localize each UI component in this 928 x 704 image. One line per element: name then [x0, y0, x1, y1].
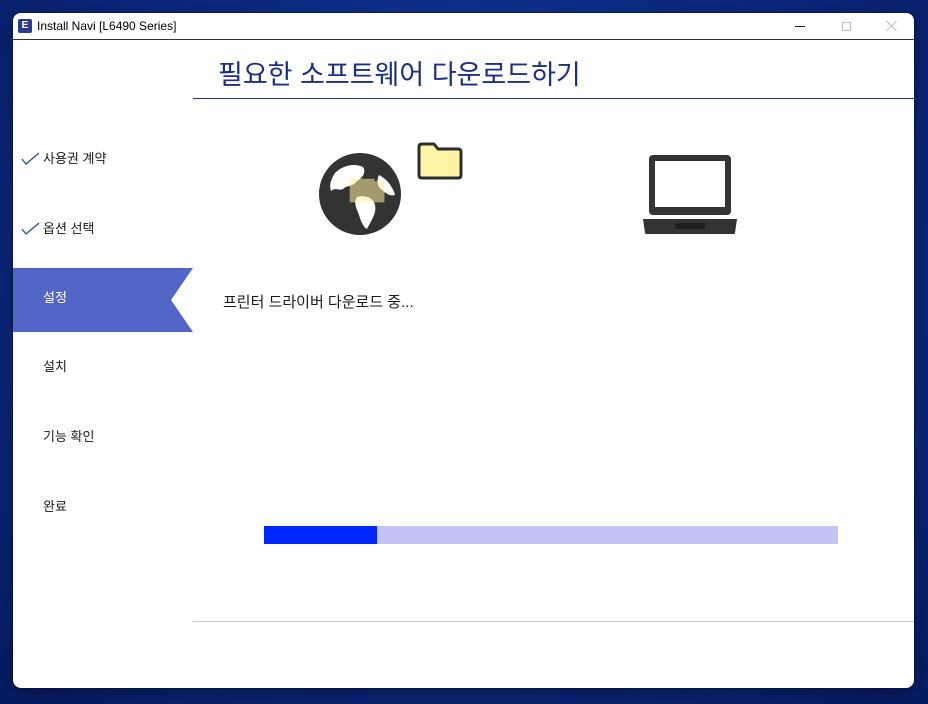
sidebar-step-label: 사용권 계약 — [43, 151, 107, 166]
checkmark-icon — [21, 222, 40, 235]
page-title: 필요한 소프트웨어 다운로드하기 — [218, 60, 581, 90]
installer-window: E Install Navi [L6490 Series] 사용권 계약 옵션 … — [13, 13, 914, 688]
sidebar-step-install: 설치 — [13, 332, 193, 396]
sidebar-step-options: 옵션 선택 — [13, 194, 193, 258]
close-icon — [886, 20, 898, 32]
window-title: Install Navi [L6490 Series] — [37, 19, 177, 33]
sidebar-step-complete: 완료 — [13, 472, 193, 536]
sidebar-step-check: 기능 확인 — [13, 402, 193, 466]
sidebar-step-label: 완료 — [43, 499, 67, 514]
title-bar[interactable]: E Install Navi [L6490 Series] — [13, 13, 914, 40]
maximize-icon — [841, 21, 851, 31]
download-progress-bar — [264, 526, 838, 544]
minimize-button[interactable] — [777, 13, 823, 39]
active-step-pointer — [171, 268, 193, 332]
laptop-icon — [643, 155, 737, 234]
sidebar-step-label: 설치 — [43, 359, 67, 374]
sidebar-step-label: 기능 확인 — [43, 429, 95, 444]
sidebar-step-setup: 설정 — [13, 268, 193, 332]
sidebar-step-label: 옵션 선택 — [43, 221, 95, 236]
sidebar-step-license: 사용권 계약 — [13, 124, 193, 188]
progress-fill — [264, 526, 377, 544]
folder-icon — [417, 142, 463, 180]
minimize-icon — [795, 25, 805, 27]
sidebar-step-label: 설정 — [43, 290, 67, 305]
checkmark-icon — [21, 152, 40, 165]
step-sidebar: 사용권 계약 옵션 선택 설정 설치 기능 확인 완료 — [13, 40, 193, 688]
close-button[interactable] — [869, 13, 914, 39]
maximize-button[interactable] — [823, 13, 869, 39]
app-icon: E — [18, 19, 32, 33]
footer-divider — [193, 621, 914, 622]
download-status-text: 프린터 드라이버 다운로드 중... — [223, 294, 414, 311]
globe-icon — [319, 153, 401, 235]
title-divider — [193, 98, 914, 99]
